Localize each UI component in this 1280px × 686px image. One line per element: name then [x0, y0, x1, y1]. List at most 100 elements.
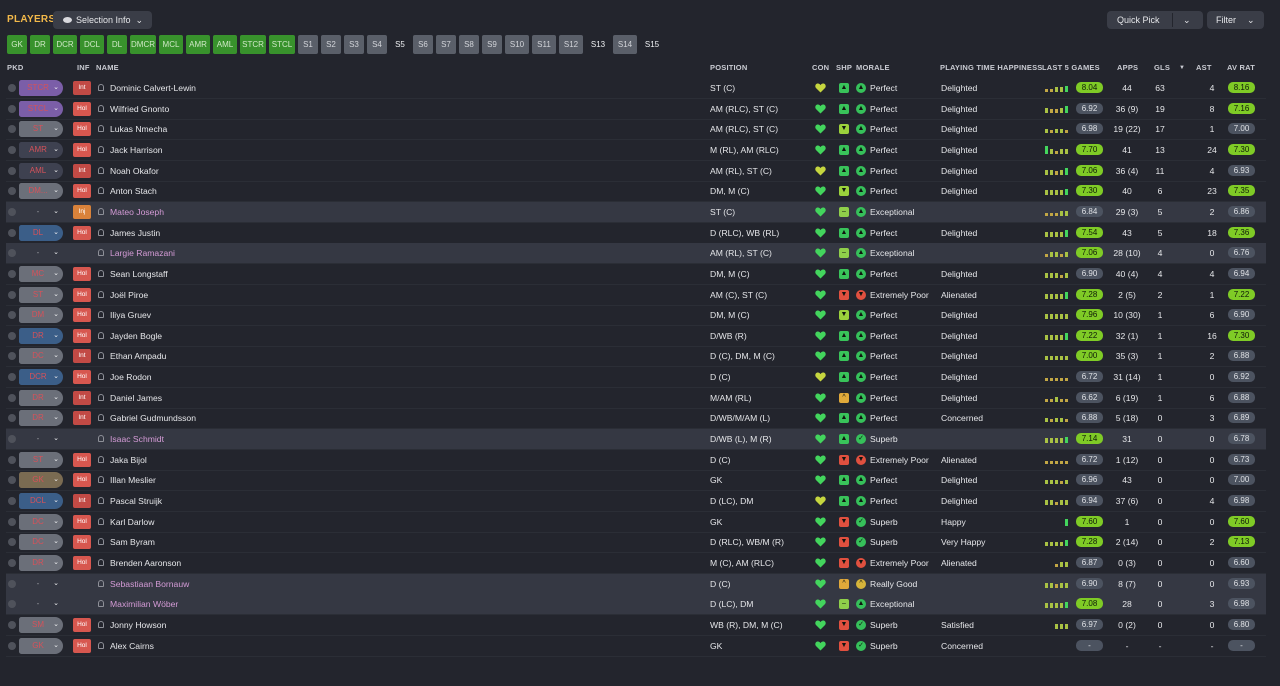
tab-s3[interactable]: S3 — [344, 35, 364, 54]
tab-s4[interactable]: S4 — [367, 35, 387, 54]
table-row[interactable]: DM ⌄ Hol Iliya Gruev DM, M (C) ▼ ▲ Perfect Delig… — [6, 305, 1266, 327]
pick-radio[interactable] — [8, 373, 16, 382]
filter-button[interactable]: Filter ⌄ — [1207, 11, 1264, 29]
position-dropdown[interactable]: DR ⌄ — [19, 554, 63, 571]
player-name-link[interactable]: Isaac Schmidt — [110, 429, 164, 449]
col-gls[interactable]: GLS — [1154, 63, 1170, 72]
tab-gk[interactable]: GK — [7, 35, 27, 54]
player-name-link[interactable]: Iliya Gruev — [110, 305, 151, 325]
table-row[interactable]: - ⌄ Isaac Schmidt D/WB (L), M (R) ▲ ✓ Superb 7.… — [6, 429, 1266, 451]
table-row[interactable]: - ⌄ Inj Mateo Joseph ST (C) – ▲ Exceptional 6.84… — [6, 201, 1266, 223]
pick-radio[interactable] — [8, 290, 16, 299]
info-badge[interactable]: Hol — [73, 142, 91, 157]
info-badge[interactable]: Hol — [73, 617, 91, 632]
info-badge[interactable]: Hol — [73, 514, 91, 529]
col-playing-time-happiness[interactable]: PLAYING TIME HAPPINESS — [940, 63, 1042, 72]
pick-radio[interactable] — [8, 207, 16, 216]
pick-radio[interactable] — [8, 517, 16, 526]
table-row[interactable]: DR ⌄ Int Daniel James M/AM (RL) ^ ▲ Perfect Deli… — [6, 388, 1266, 409]
position-dropdown[interactable]: - ⌄ — [19, 204, 63, 220]
pick-radio[interactable] — [8, 435, 16, 444]
pick-radio[interactable] — [8, 228, 16, 237]
table-row[interactable]: - ⌄ Maximilian Wöber D (LC), DM – ▲ Exceptiona… — [6, 594, 1266, 616]
position-dropdown[interactable]: STCR ⌄ — [19, 80, 63, 96]
tab-s11[interactable]: S11 — [532, 35, 556, 54]
pick-radio[interactable] — [8, 455, 16, 464]
tab-stcr[interactable]: STCR — [240, 35, 266, 54]
col-con[interactable]: CON — [812, 63, 829, 72]
info-badge[interactable]: Hol — [73, 555, 91, 570]
tab-dr[interactable]: DR — [30, 35, 50, 54]
tab-s6[interactable]: S6 — [413, 35, 433, 54]
table-row[interactable]: DL ⌄ Hol James Justin D (RLC), WB (RL) ▲ ▲ Perf… — [6, 223, 1266, 244]
table-row[interactable]: - ⌄ Sebastiaan Bornauw D (C) ^ ^ Really Good 6.… — [6, 573, 1266, 595]
info-badge[interactable]: Hol — [73, 287, 91, 302]
player-name-link[interactable]: Sean Longstaff — [110, 264, 168, 284]
info-badge[interactable]: Hol — [73, 638, 91, 653]
sort-desc-icon[interactable]: ▼ — [1179, 65, 1185, 71]
position-dropdown[interactable]: AMR ⌄ — [19, 141, 63, 158]
tab-s7[interactable]: S7 — [436, 35, 456, 54]
player-name-link[interactable]: Wilfried Gnonto — [110, 99, 169, 119]
position-dropdown[interactable]: DCL ⌄ — [19, 493, 63, 509]
selection-info-button[interactable]: Selection Info ⌄ — [53, 11, 152, 29]
player-name-link[interactable]: Jaka Bijol — [110, 450, 147, 470]
pick-radio[interactable] — [8, 269, 16, 278]
player-name-link[interactable]: Lukas Nmecha — [110, 119, 167, 139]
pick-radio[interactable] — [8, 166, 16, 175]
tab-dl[interactable]: DL — [107, 35, 127, 54]
player-name-link[interactable]: Brenden Aaronson — [110, 553, 181, 573]
tab-mcl[interactable]: MCL — [159, 35, 183, 54]
player-name-link[interactable]: Ethan Ampadu — [110, 346, 166, 366]
col-last-5-games[interactable]: LAST 5 GAMES — [1042, 63, 1100, 72]
position-dropdown[interactable]: - ⌄ — [19, 431, 63, 447]
col-position[interactable]: POSITION — [710, 63, 747, 72]
table-row[interactable]: DR ⌄ Hol Jayden Bogle D/WB (R) ▲ ▲ Perfect Delig… — [6, 326, 1266, 347]
pick-radio[interactable] — [8, 558, 16, 567]
player-name-link[interactable]: Jonny Howson — [110, 615, 166, 635]
player-name-link[interactable]: Joël Piroe — [110, 285, 148, 305]
table-row[interactable]: GK ⌄ Hol Alex Cairns GK ▼ ✓ Superb Concerned - - - -… — [6, 636, 1266, 657]
position-dropdown[interactable]: ST ⌄ — [19, 451, 63, 468]
info-badge[interactable]: Hol — [73, 101, 91, 116]
tab-aml[interactable]: AML — [213, 35, 237, 54]
table-row[interactable]: DM... ⌄ Hol Anton Stach DM, M (C) ▼ ▲ Perfect De… — [6, 181, 1266, 203]
position-dropdown[interactable]: GK ⌄ — [19, 472, 63, 489]
position-dropdown[interactable]: DC ⌄ — [19, 534, 63, 551]
pick-radio[interactable] — [8, 538, 16, 547]
pick-radio[interactable] — [8, 84, 16, 92]
info-badge[interactable]: Hol — [73, 452, 91, 467]
table-row[interactable]: SM ⌄ Hol Jonny Howson WB (R), DM, M (C) ▼ ✓ Sup… — [6, 615, 1266, 636]
table-row[interactable]: DC ⌄ Hol Karl Darlow GK ▼ ✓ Superb Happy 7.60 1 0 0 7… — [6, 512, 1266, 533]
player-name-link[interactable]: Pascal Struijk — [110, 491, 162, 511]
tab-stcl[interactable]: STCL — [269, 35, 295, 54]
tab-s8[interactable]: S8 — [459, 35, 479, 54]
table-row[interactable]: DCR ⌄ Hol Joe Rodon D (C) ▲ ▲ Perfect Delighted 6… — [6, 367, 1266, 389]
position-dropdown[interactable]: DC ⌄ — [19, 348, 63, 365]
player-name-link[interactable]: Anton Stach — [110, 181, 157, 201]
tab-s2[interactable]: S2 — [321, 35, 341, 54]
pick-radio[interactable] — [8, 104, 16, 113]
info-badge[interactable]: Int — [73, 390, 91, 405]
tab-amr[interactable]: AMR — [186, 35, 210, 54]
position-dropdown[interactable]: - ⌄ — [19, 245, 63, 261]
player-name-link[interactable]: Illan Meslier — [110, 470, 156, 490]
player-name-link[interactable]: James Justin — [110, 223, 160, 243]
info-badge[interactable]: Int — [73, 163, 91, 178]
player-name-link[interactable]: Dominic Calvert-Lewin — [110, 78, 196, 98]
pick-radio[interactable] — [8, 579, 16, 588]
tab-dcl[interactable]: DCL — [80, 35, 104, 54]
player-name-link[interactable]: Jack Harrison — [110, 140, 163, 160]
info-badge[interactable]: Int — [73, 411, 91, 426]
table-row[interactable]: DC ⌄ Hol Sam Byram D (RLC), WB/M (R) ▼ ✓ Superb… — [6, 532, 1266, 554]
player-name-link[interactable]: Joe Rodon — [110, 367, 152, 387]
pick-radio[interactable] — [8, 125, 16, 134]
player-name-link[interactable]: Sam Byram — [110, 532, 155, 552]
tab-dmcr[interactable]: DMCR — [130, 35, 156, 54]
position-dropdown[interactable]: SM ⌄ — [19, 616, 63, 633]
player-name-link[interactable]: Alex Cairns — [110, 636, 154, 656]
player-name-link[interactable]: Sebastiaan Bornauw — [110, 574, 189, 594]
info-badge[interactable]: Int — [73, 494, 91, 508]
position-dropdown[interactable]: GK ⌄ — [19, 637, 63, 654]
info-badge[interactable]: Int — [73, 349, 91, 364]
